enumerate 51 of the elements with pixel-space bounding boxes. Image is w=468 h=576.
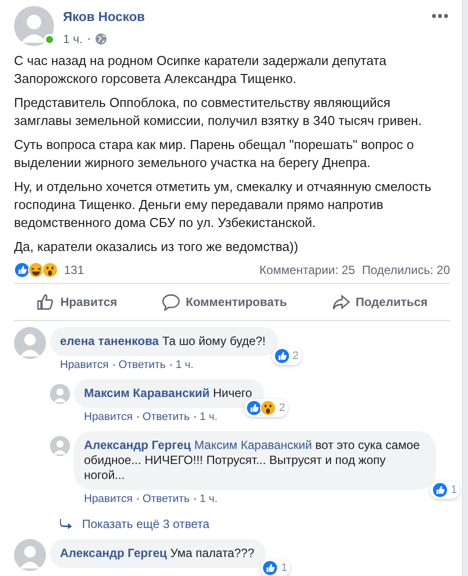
comment-time[interactable]: 1 ч.	[200, 493, 218, 505]
comment-text: Максим Караванский Ничего	[84, 386, 252, 401]
post-time[interactable]: 1 ч.	[63, 32, 83, 46]
share-count[interactable]: Поделились: 20	[362, 263, 450, 277]
comment-time[interactable]: 1 ч.	[200, 411, 218, 423]
avatar	[14, 327, 46, 359]
reply-arrow-icon	[60, 519, 72, 529]
reaction-count[interactable]: 131	[64, 263, 84, 277]
like-link[interactable]: Нравится	[84, 493, 133, 505]
reply-link[interactable]: Ответить	[142, 493, 190, 505]
speech-bubble-icon	[162, 293, 180, 311]
reaction-count: 1	[450, 484, 457, 496]
more-icon	[432, 14, 448, 18]
avatar	[14, 6, 54, 46]
like-link[interactable]: Нравится	[84, 411, 133, 423]
reaction-badge[interactable]: 2	[244, 399, 288, 417]
comment-text: Александр Гергец Максим Караванский вот это сука самое обидное... НИЧЕГО!!! Потрусят... Вытрусят и под жопу ногой...	[84, 438, 421, 483]
post-paragraph: Суть вопроса стара как мир. Парень обещал "порешать" вопрос о выделении жирного земельного участка на берегу Днепра.	[14, 136, 415, 172]
author-link[interactable]: Александр Гергец	[60, 546, 167, 560]
reaction-count: 1	[281, 562, 288, 574]
comment-count[interactable]: Комментарии: 25	[259, 263, 355, 277]
avatar	[14, 539, 46, 571]
share-button[interactable]: Поделиться	[322, 286, 438, 318]
reaction-count: 2	[278, 402, 286, 414]
reaction-badge[interactable]: 1	[430, 481, 460, 499]
like-link[interactable]: Нравится	[60, 359, 109, 371]
reaction-badge[interactable]: 1	[260, 559, 290, 576]
post-paragraph: Ну, и отдельно хочется отметить ум, смекалку и отчаянную смелость господина Тищенко. Деньги ему передавали прямо напротив ведомственного дома СБУ по ул. Узбекистанской.	[14, 178, 432, 232]
avatar	[50, 384, 70, 404]
author-link[interactable]: елена таненкова	[60, 334, 159, 348]
comment-button[interactable]: Комментировать	[152, 286, 297, 318]
comment-time[interactable]: 1 ч.	[176, 359, 194, 371]
like-button[interactable]: Нравится	[26, 286, 128, 318]
post-paragraph: С час назад на родном Осипке каратели задержали депутата Запорожского горсовета Александра Тищенко.	[14, 52, 388, 88]
comment-text: Александр Гергец Ума палата???	[60, 546, 254, 561]
comment-text: елена таненкова Та шо йому буде?!	[60, 334, 266, 349]
more-replies-link[interactable]: Показать ещё 3 ответа	[60, 517, 450, 531]
reply-link[interactable]: Ответить	[118, 359, 166, 371]
avatar	[50, 436, 70, 456]
share-arrow-icon	[332, 293, 350, 311]
thumb-up-icon	[36, 293, 54, 311]
author-name[interactable]: Яков Носков	[63, 8, 145, 26]
mention-link[interactable]: Максим Караванский	[194, 438, 312, 452]
reaction-count: 2	[292, 350, 299, 362]
post-paragraph: Да, каратели оказались из того же ведомства))	[14, 238, 300, 256]
reaction-badge[interactable]: 2	[272, 347, 302, 365]
globe-icon	[94, 33, 107, 45]
author-link[interactable]: Александр Гергец	[84, 438, 191, 452]
post-paragraph: Представитель Оппоблока, по совместительству являющийся замглавы земельной комиссии, получил взятку в 340 тысяч гривен.	[14, 94, 423, 130]
reply-link[interactable]: Ответить	[142, 411, 190, 423]
author-link[interactable]: Максим Караванский	[84, 386, 210, 400]
